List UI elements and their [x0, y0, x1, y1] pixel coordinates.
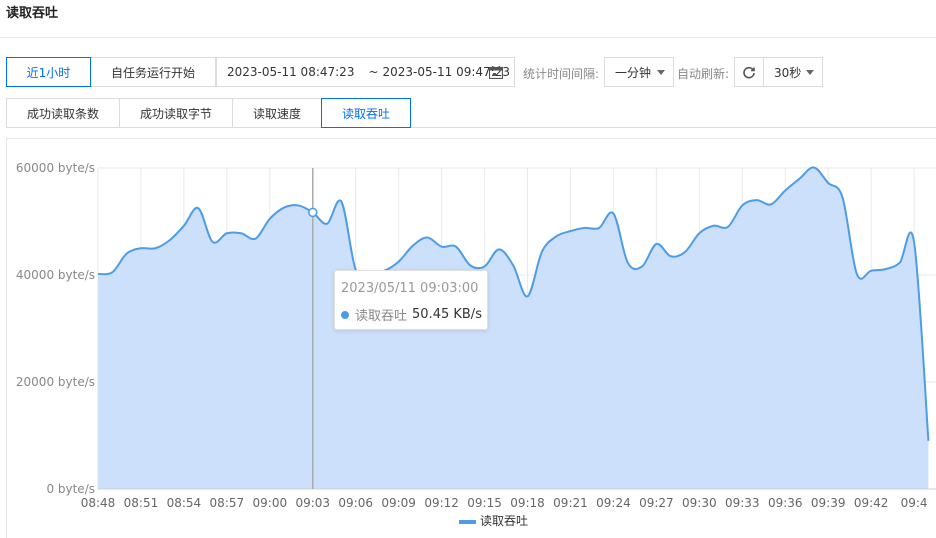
- series-area: [98, 167, 929, 489]
- y-tick-label: 20000 byte/s: [16, 375, 95, 389]
- x-tick-label: 09:09: [381, 496, 416, 510]
- x-tick-label: 09:24: [596, 496, 631, 510]
- x-tick-label: 09:15: [467, 496, 502, 510]
- x-tick-label: 09:21: [553, 496, 588, 510]
- interval-select[interactable]: 一分钟: [604, 57, 674, 87]
- interval-value: 一分钟: [615, 65, 652, 80]
- y-tick-label: 60000 byte/s: [16, 161, 95, 175]
- hover-point: [308, 207, 318, 218]
- throughput-chart[interactable]: 0 byte/s 20000 byte/s 40000 byte/s 60000 by…: [7, 139, 936, 538]
- x-tick-label: 08:51: [124, 496, 159, 510]
- date-range-picker[interactable]: 2023-05-11 08:47:23 ~ 2023-05-11 09:47:2…: [216, 57, 515, 87]
- date-range-start: 2023-05-11 08:47:23: [227, 65, 355, 79]
- x-tick-label: 09:12: [424, 496, 459, 510]
- page-title: 读取吞吐: [6, 6, 59, 21]
- tab-success-bytes[interactable]: 成功读取字节: [119, 98, 233, 128]
- x-tick-label: 09:03: [295, 496, 330, 510]
- title-divider: [0, 37, 936, 38]
- x-tick-label: 09:27: [639, 496, 674, 510]
- calendar-icon[interactable]: [489, 66, 503, 79]
- x-tick-label: 08:54: [167, 496, 202, 510]
- x-tick-label: 09:39: [811, 496, 846, 510]
- x-tick-label: 09:4: [901, 496, 928, 510]
- refresh-interval-select[interactable]: 30秒: [763, 57, 823, 87]
- y-tick-label: 0 byte/s: [46, 482, 95, 496]
- chart-tooltip: 2023/05/11 09:03:00 读取吞吐 50.45 KB/s: [334, 270, 488, 330]
- tooltip-series-name: 读取吞吐: [355, 309, 408, 324]
- refresh-button[interactable]: [734, 57, 764, 87]
- tooltip-value: 50.45 KB/s: [412, 307, 482, 322]
- tooltip-series-dot: [341, 310, 349, 319]
- tab-success-count[interactable]: 成功读取条数: [6, 98, 120, 128]
- legend-swatch: [459, 520, 476, 524]
- x-tick-label: 09:36: [768, 496, 803, 510]
- x-tick-label: 08:57: [210, 496, 245, 510]
- legend-label: 读取吞吐: [480, 514, 528, 528]
- tooltip-time: 2023/05/11 09:03:00: [341, 281, 479, 296]
- x-tick-label: 09:00: [253, 496, 288, 510]
- interval-label: 统计时间间隔:: [523, 67, 600, 81]
- x-tick-label: 09:30: [682, 496, 717, 510]
- chevron-down-icon: [806, 70, 814, 75]
- x-tick-label: 09:18: [510, 496, 545, 510]
- x-tick-label: 09:42: [854, 496, 889, 510]
- tab-read-speed[interactable]: 读取速度: [232, 98, 322, 128]
- range-button-last-hour[interactable]: 近1小时: [6, 57, 91, 87]
- y-tick-label: 40000 byte/s: [16, 268, 95, 282]
- range-button-since-start[interactable]: 自任务运行开始: [90, 57, 216, 87]
- date-range-separator: ~: [368, 65, 379, 79]
- x-tick-label: 08:48: [81, 496, 116, 510]
- x-tick-label: 09:33: [725, 496, 760, 510]
- chevron-down-icon: [657, 70, 665, 75]
- refresh-icon: [743, 66, 755, 79]
- refresh-interval-value: 30秒: [774, 65, 802, 80]
- tab-read-throughput[interactable]: 读取吞吐: [321, 98, 411, 128]
- tooltip-row: 读取吞吐 50.45 KB/s: [341, 305, 482, 324]
- x-tick-label: 09:06: [338, 496, 373, 510]
- auto-refresh-label: 自动刷新:: [677, 67, 730, 81]
- chart-panel: 0 byte/s 20000 byte/s 40000 byte/s 60000 by…: [6, 138, 936, 538]
